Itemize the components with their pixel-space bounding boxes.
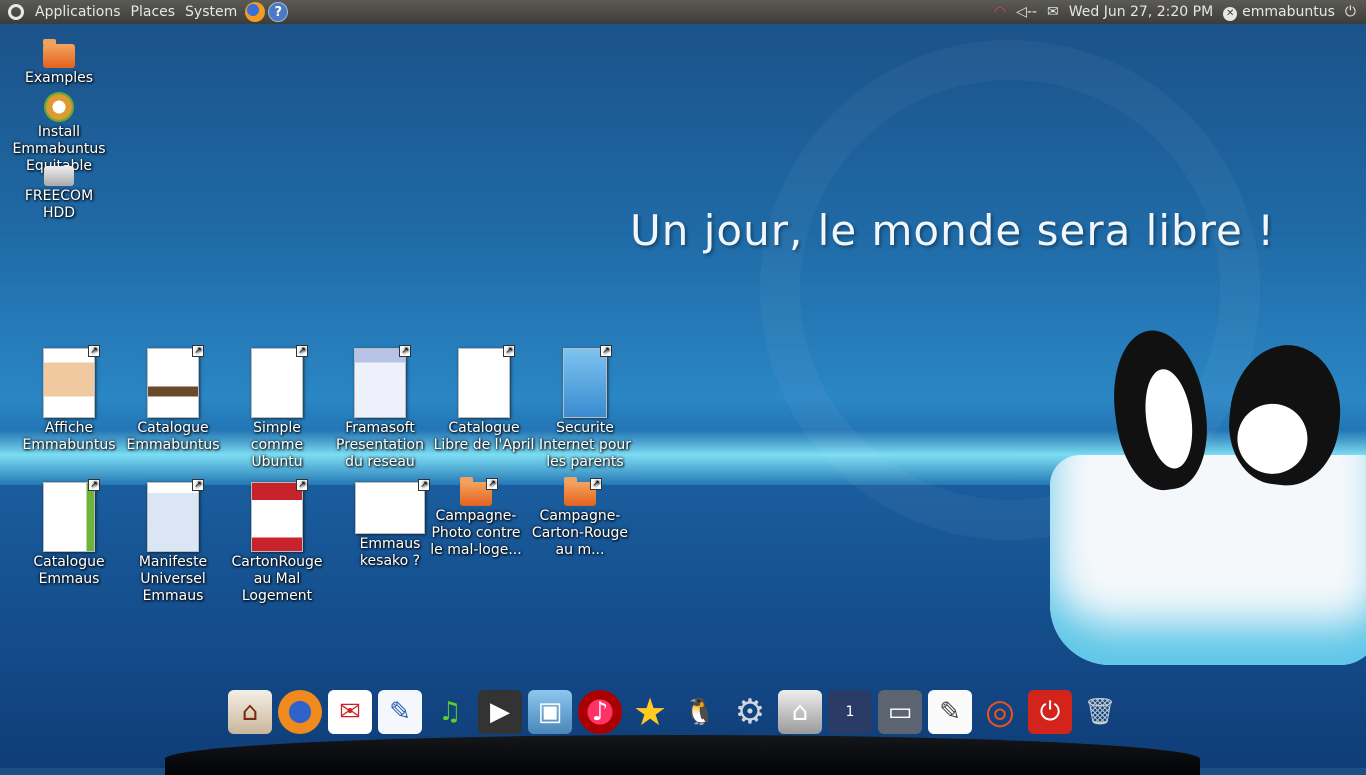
icon-label: Catalogue Emmaus <box>33 554 105 587</box>
window-icon[interactable]: ▭ <box>878 690 922 734</box>
shortcut-arrow-icon: ↗ <box>399 345 411 357</box>
ubuntu-logo-icon[interactable] <box>8 4 24 20</box>
shortcut-arrow-icon: ↗ <box>600 345 612 357</box>
video-icon[interactable]: ▶ <box>478 690 522 734</box>
install-emmabuntus-icon[interactable]: Install Emmabuntus Equitable <box>7 92 111 175</box>
icon-label: Catalogue Emmabuntus <box>126 420 220 453</box>
icon-label: Affiche Emmabuntus <box>22 420 116 453</box>
firefox-icon[interactable] <box>278 690 322 734</box>
shutdown-icon[interactable]: ⏻ <box>1345 4 1356 20</box>
catalogue-libre-april-file[interactable]: ↗ Catalogue Libre de l'April <box>432 345 536 454</box>
document-thumbnail: ↗ <box>43 479 100 552</box>
shortcut-arrow-icon: ↗ <box>192 479 204 491</box>
installer-icon <box>44 92 74 122</box>
catalogue-emmabuntus-file[interactable]: ↗ Catalogue Emmabuntus <box>121 345 225 454</box>
shortcut-arrow-icon: ↗ <box>486 478 498 490</box>
manifeste-emmaus-file[interactable]: ↗ Manifeste Universel Emmaus <box>121 479 225 605</box>
simple-comme-ubuntu-file[interactable]: ↗ Simple comme Ubuntu <box>225 345 329 471</box>
icon-label: Campagne-Carton-Rouge au m... <box>531 508 629 558</box>
applications-menu[interactable]: Applications <box>30 0 126 24</box>
campagne-photo-folder[interactable]: ↗ Campagne-Photo contre le mal-loge... <box>424 477 528 559</box>
icon-label: CartonRouge au Mal Logement <box>231 554 323 604</box>
folder-icon: ↗ <box>460 477 498 506</box>
places-menu[interactable]: Places <box>126 0 181 24</box>
home-icon[interactable]: ⌂ <box>228 690 272 734</box>
photos-icon[interactable]: ▣ <box>528 690 572 734</box>
document-thumbnail: ↗ <box>458 345 515 418</box>
icon-label: Simple comme Ubuntu <box>250 420 304 470</box>
freecom-hdd-icon[interactable]: FREECOM HDD <box>7 166 111 222</box>
document-thumbnail: ↗ <box>355 479 430 534</box>
system-tray: ◠ ◁-- ✉ Wed Jun 27, 2:20 PM ✕ emmabuntus … <box>994 4 1366 21</box>
writer-icon[interactable]: ✎ <box>378 690 422 734</box>
icon-label: Catalogue Libre de l'April <box>433 420 535 453</box>
favorites-icon[interactable]: ★ <box>628 690 672 734</box>
icon-label: FREECOM HDD <box>24 188 94 221</box>
mail-icon[interactable]: ✉ <box>328 690 372 734</box>
wallpaper-slogan: Un jour, le monde sera libre ! <box>630 206 1276 255</box>
tux-icon[interactable]: 🐧 <box>678 690 722 734</box>
catalogue-emmaus-file[interactable]: ↗ Catalogue Emmaus <box>17 479 121 588</box>
document-thumbnail: ↗ <box>354 345 411 418</box>
securite-internet-file[interactable]: ↗ Securite Internet pour les parents <box>533 345 637 471</box>
iceberg-illustration <box>1050 455 1366 665</box>
shortcut-arrow-icon: ↗ <box>296 345 308 357</box>
system-menu[interactable]: System <box>180 0 242 24</box>
affiche-emmabuntus-file[interactable]: ↗ Affiche Emmabuntus <box>17 345 121 454</box>
dock-shelf <box>165 735 1200 775</box>
user-menu[interactable]: ✕ emmabuntus <box>1223 4 1335 21</box>
icon-label: Manifeste Universel Emmaus <box>138 554 208 604</box>
media-player-icon[interactable]: ♪ <box>578 690 622 734</box>
music-icon[interactable]: ♫ <box>428 690 472 734</box>
editor-icon[interactable]: ✎ <box>928 690 972 734</box>
clock[interactable]: Wed Jun 27, 2:20 PM <box>1069 4 1213 20</box>
power-icon[interactable]: ⏻ <box>1028 690 1072 734</box>
icon-label: Campagne-Photo contre le mal-loge... <box>430 508 522 558</box>
icon-label: Framasoft Presentation du reseau <box>336 420 424 470</box>
framasoft-file[interactable]: ↗ Framasoft Presentation du reseau <box>328 345 432 471</box>
user-status-icon: ✕ <box>1223 6 1238 21</box>
document-thumbnail: ↗ <box>563 345 612 418</box>
examples-folder[interactable]: Examples <box>7 39 111 87</box>
document-thumbnail: ↗ <box>147 479 204 552</box>
folder-icon <box>43 39 75 68</box>
top-panel: Applications Places System ? ◠ ◁-- ✉ Wed… <box>0 0 1366 24</box>
campagne-carton-rouge-folder[interactable]: ↗ Campagne-Carton-Rouge au m... <box>528 477 632 559</box>
trash-icon[interactable]: 🗑 <box>1078 690 1122 734</box>
shortcut-arrow-icon: ↗ <box>296 479 308 491</box>
document-thumbnail: ↗ <box>43 345 100 418</box>
cartonrouge-file[interactable]: ↗ CartonRouge au Mal Logement <box>225 479 329 605</box>
workspace-icon[interactable]: 1 <box>828 690 872 734</box>
document-thumbnail: ↗ <box>147 345 204 418</box>
user-name: emmabuntus <box>1242 3 1335 20</box>
firefox-launcher-icon[interactable] <box>245 2 266 22</box>
shortcut-arrow-icon: ↗ <box>88 345 100 357</box>
document-thumbnail: ↗ <box>251 345 308 418</box>
folder-icon: ↗ <box>564 477 602 506</box>
shortcut-arrow-icon: ↗ <box>590 478 602 490</box>
security-icon[interactable]: ⌂ <box>778 690 822 734</box>
dock: ⌂ ✉ ✎ ♫ ▶ ▣ ♪ ★ 🐧 ⚙ ⌂ 1 ▭ ✎ ◎ ⏻ 🗑 <box>228 690 1122 734</box>
icon-label: Securite Internet pour les parents <box>538 420 632 470</box>
main-menu: Applications Places System ? <box>0 0 289 24</box>
settings-icon[interactable]: ⚙ <box>728 690 772 734</box>
help-icon[interactable]: ? <box>268 2 289 22</box>
document-thumbnail: ↗ <box>251 479 308 552</box>
drive-icon <box>44 166 74 186</box>
icon-label: Examples <box>24 70 94 86</box>
volume-icon[interactable]: ◁-- <box>1016 4 1037 20</box>
ubuntu-icon[interactable]: ◎ <box>978 690 1022 734</box>
network-icon[interactable]: ◠ <box>994 4 1006 20</box>
shortcut-arrow-icon: ↗ <box>88 479 100 491</box>
shortcut-arrow-icon: ↗ <box>503 345 515 357</box>
mail-tray-icon[interactable]: ✉ <box>1047 4 1059 20</box>
shortcut-arrow-icon: ↗ <box>192 345 204 357</box>
